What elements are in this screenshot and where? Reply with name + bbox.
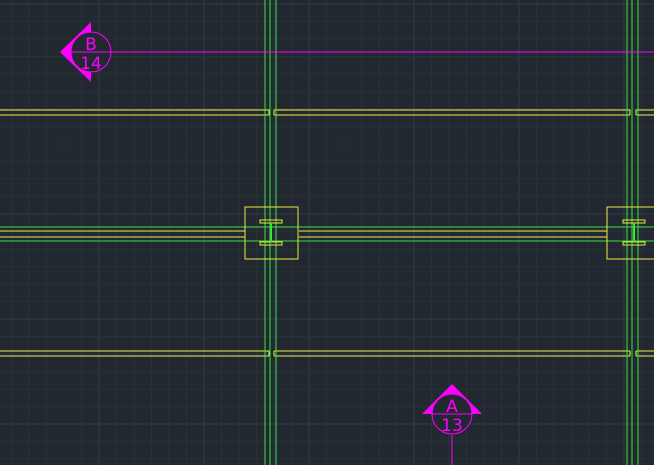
- section-number-a: 13: [441, 416, 463, 436]
- section-letter-a: A: [446, 397, 458, 417]
- section-letter-b: B: [85, 35, 97, 55]
- section-number-b: 14: [80, 54, 102, 74]
- cad-drawing-canvas[interactable]: B 14 A 13: [0, 0, 654, 465]
